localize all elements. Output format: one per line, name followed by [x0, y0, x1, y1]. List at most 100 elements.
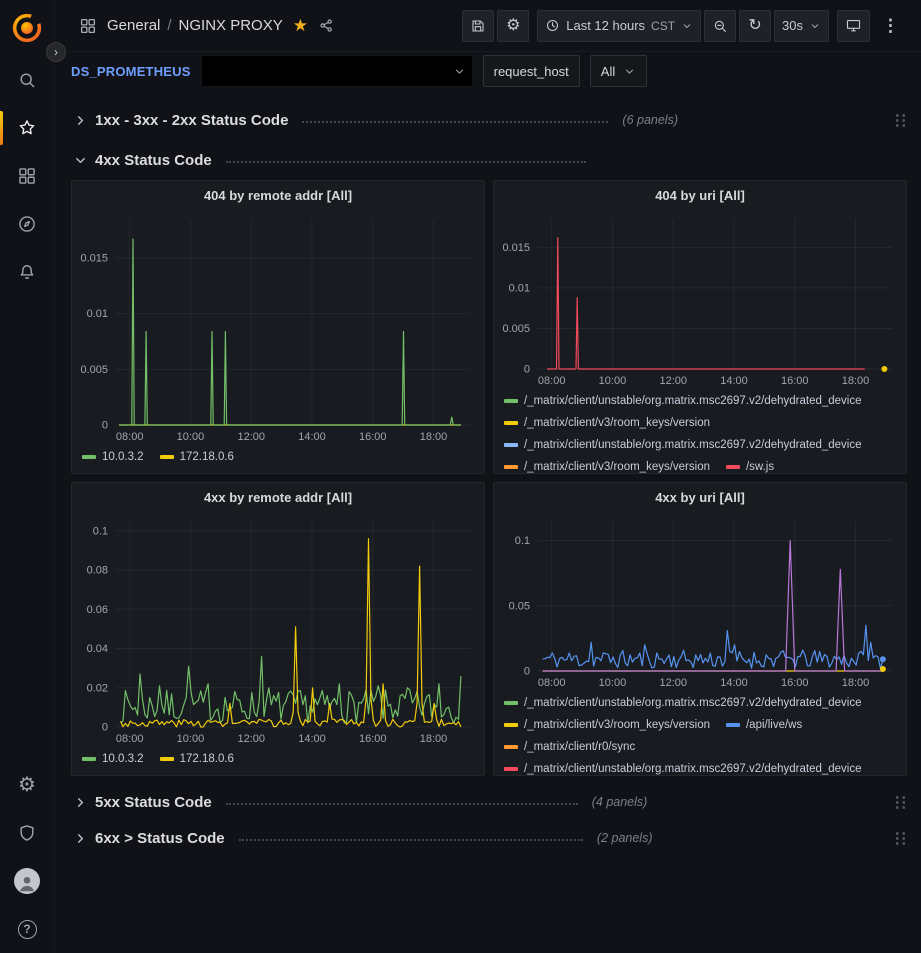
svg-text:0.1: 0.1	[93, 525, 108, 537]
legend-swatch-icon	[160, 455, 174, 459]
variable-label-request-host: request_host	[483, 55, 580, 87]
svg-text:0.015: 0.015	[502, 242, 530, 254]
row-header-6xx[interactable]: 6xx > Status Code (2 panels)	[71, 824, 907, 852]
legend-swatch-icon	[82, 757, 96, 761]
svg-text:10:00: 10:00	[177, 733, 205, 745]
row-drag-handle[interactable]	[894, 113, 907, 128]
cycle-view-mode-button[interactable]	[837, 10, 870, 42]
refresh-interval-dropdown[interactable]: 30s	[774, 10, 829, 42]
kebab-menu-button[interactable]: ⋮	[874, 10, 907, 42]
dashboard-settings-button[interactable]: ⚙	[497, 10, 529, 42]
row-title: 1xx - 3xx - 2xx Status Code	[95, 112, 288, 129]
person-icon	[16, 872, 38, 894]
legend-label: /sw.js	[746, 457, 774, 473]
legend-swatch-icon	[160, 757, 174, 761]
time-series-chart[interactable]: 08:0010:0012:0014:0016:0018:0000.020.040…	[72, 511, 484, 747]
chevron-right-icon	[71, 795, 89, 810]
legend-item[interactable]: 10.0.3.2	[82, 447, 144, 467]
legend-item[interactable]: 10.0.3.2	[82, 749, 144, 769]
legend-label: 172.18.0.6	[180, 749, 234, 769]
zoom-out-time-button[interactable]	[704, 10, 736, 42]
legend-item[interactable]: /api/live/ws	[726, 715, 802, 735]
svg-text:12:00: 12:00	[237, 431, 265, 443]
svg-text:0.01: 0.01	[87, 308, 108, 320]
sidebar-item-help[interactable]: ?	[0, 905, 55, 953]
sidebar-expand-toggle[interactable]: ›	[46, 42, 66, 62]
legend-item[interactable]: /_matrix/client/v3/room_keys/version	[504, 413, 710, 433]
sidebar-item-dashboards[interactable]	[0, 152, 55, 200]
legend-swatch-icon	[82, 455, 96, 459]
time-series-chart[interactable]: 08:0010:0012:0014:0016:0018:0000.0050.01…	[72, 209, 484, 445]
refresh-button[interactable]: ↻	[739, 10, 771, 42]
row-header-4xx[interactable]: 4xx Status Code	[71, 146, 907, 174]
row-title: 5xx Status Code	[95, 794, 212, 811]
panel-title[interactable]: 4xx by uri [All]	[494, 483, 906, 511]
favorite-star-icon[interactable]: ★	[293, 17, 308, 34]
compass-icon	[17, 214, 37, 234]
legend-item[interactable]: /_matrix/client/unstable/org.matrix.msc2…	[504, 759, 862, 775]
sidebar-item-explore[interactable]	[0, 200, 55, 248]
legend-label: /_matrix/client/unstable/org.matrix.msc2…	[524, 693, 862, 713]
time-series-chart[interactable]: 08:0010:0012:0014:0016:0018:0000.0050.01…	[494, 209, 906, 389]
panel-legend: /_matrix/client/unstable/org.matrix.msc2…	[494, 691, 906, 775]
time-series-chart[interactable]: 08:0010:0012:0014:0016:0018:0000.050.1	[494, 511, 906, 691]
svg-text:12:00: 12:00	[659, 375, 687, 387]
dashboard-toolbar: ⚙ Last 12 hours CST ↻ 30	[454, 10, 907, 42]
svg-text:18:00: 18:00	[420, 733, 448, 745]
legend-swatch-icon	[726, 723, 740, 727]
time-range-label: Last 12 hours	[566, 18, 645, 33]
legend-swatch-icon	[504, 767, 518, 771]
legend-item[interactable]: 172.18.0.6	[160, 447, 234, 467]
row-header-1xx-3xx-2xx[interactable]: 1xx - 3xx - 2xx Status Code (6 panels)	[71, 106, 907, 134]
variable-value-dropdown[interactable]: All	[590, 55, 647, 87]
legend-item[interactable]: /_matrix/client/unstable/org.matrix.msc2…	[504, 435, 862, 455]
apps-icon	[17, 166, 37, 186]
datasource-variable-label[interactable]: DS_PROMETHEUS	[71, 64, 191, 79]
legend-swatch-icon	[504, 443, 518, 447]
top-header: General / NGINX PROXY ★ ⚙ Last 12 hours	[55, 0, 921, 52]
datasource-select[interactable]	[201, 55, 473, 87]
breadcrumb-dashboard-title[interactable]: NGINX PROXY	[179, 17, 283, 34]
svg-text:08:00: 08:00	[116, 733, 144, 745]
chevron-down-icon	[623, 65, 636, 78]
user-avatar	[14, 868, 40, 894]
legend-label: /api/live/ws	[746, 715, 802, 735]
panel-title[interactable]: 404 by remote addr [All]	[72, 181, 484, 209]
svg-text:10:00: 10:00	[599, 677, 627, 689]
svg-text:16:00: 16:00	[359, 431, 387, 443]
legend-swatch-icon	[504, 465, 518, 469]
legend-item[interactable]: /_matrix/client/v3/room_keys/version	[504, 715, 710, 735]
chevron-down-icon	[71, 153, 89, 168]
legend-swatch-icon	[504, 745, 518, 749]
row-drag-handle[interactable]	[894, 795, 907, 810]
sidebar-item-profile[interactable]	[0, 857, 55, 905]
save-dashboard-button[interactable]	[462, 10, 494, 42]
row-drag-handle[interactable]	[894, 831, 907, 846]
panel-legend: 10.0.3.2 172.18.0.6	[72, 747, 484, 775]
svg-text:0.05: 0.05	[509, 600, 530, 612]
sidebar-item-starred[interactable]	[0, 104, 55, 152]
share-icon[interactable]	[318, 17, 335, 34]
time-range-picker[interactable]: Last 12 hours CST	[537, 10, 701, 42]
breadcrumb-folder[interactable]: General	[107, 17, 160, 34]
sidebar-item-server-admin[interactable]	[0, 809, 55, 857]
sidebar-item-configuration[interactable]: ⚙	[0, 761, 55, 809]
legend-item[interactable]: /_matrix/client/r0/sync	[504, 737, 635, 757]
panel-title[interactable]: 4xx by remote addr [All]	[72, 483, 484, 511]
svg-text:16:00: 16:00	[781, 677, 809, 689]
legend-item[interactable]: /_matrix/client/v3/room_keys/version	[504, 457, 710, 473]
svg-text:08:00: 08:00	[538, 375, 566, 387]
timezone-label: CST	[651, 19, 675, 33]
panel-title[interactable]: 404 by uri [All]	[494, 181, 906, 209]
row-header-5xx[interactable]: 5xx Status Code (4 panels)	[71, 788, 907, 816]
panel-4xx-by-remote-addr: 4xx by remote addr [All] 08:0010:0012:00…	[71, 482, 485, 776]
sidebar-item-search[interactable]	[0, 56, 55, 104]
sidebar-item-alerting[interactable]	[0, 248, 55, 296]
legend-item[interactable]: /_matrix/client/unstable/org.matrix.msc2…	[504, 693, 862, 713]
legend-item[interactable]: 172.18.0.6	[160, 749, 234, 769]
row-dotted-leader	[226, 803, 578, 805]
legend-item[interactable]: /sw.js	[726, 457, 774, 473]
row-panel-count: (2 panels)	[597, 831, 653, 845]
question-icon: ?	[18, 920, 37, 939]
legend-item[interactable]: /_matrix/client/unstable/org.matrix.msc2…	[504, 391, 862, 411]
